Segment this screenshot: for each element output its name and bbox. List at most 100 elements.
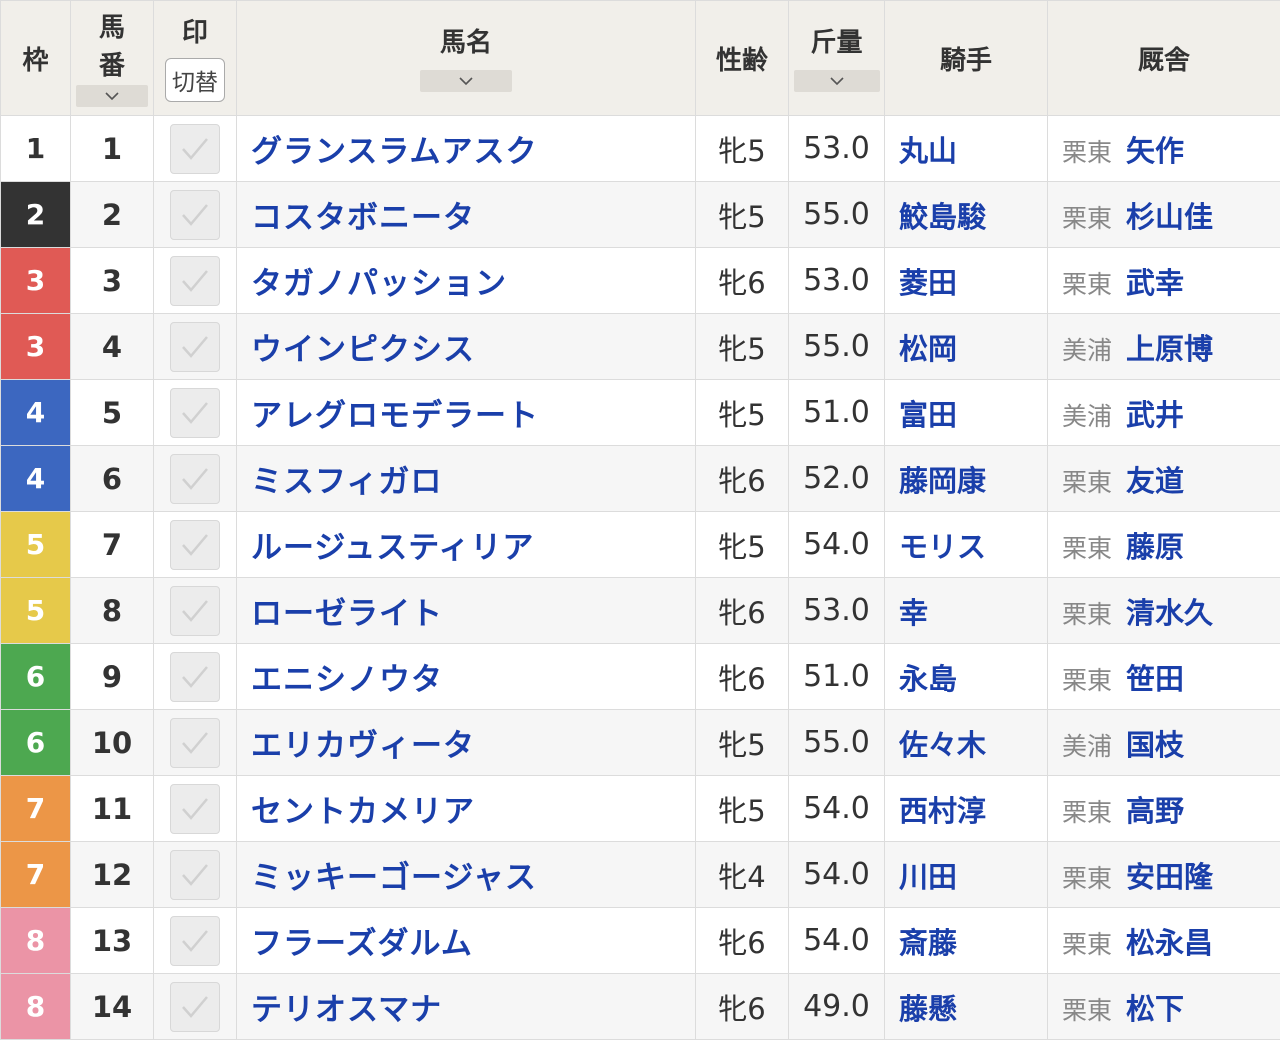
umaban-cell: 9 — [70, 643, 154, 710]
mark-switch-button[interactable]: 切替 — [165, 58, 225, 102]
table-row: 5 7 ルージュスティリア 牝5 54.0 モリス 栗東 藤原 — [0, 511, 1280, 578]
horse-name-link[interactable]: ローゼライト — [236, 577, 696, 644]
horse-name-link[interactable]: ルージュスティリア — [236, 511, 696, 578]
col-weight-header[interactable]: 斤量 — [788, 0, 885, 116]
umaban-cell: 10 — [70, 709, 154, 776]
jockey-link[interactable]: 藤岡康 — [884, 445, 1048, 512]
jockey-link[interactable]: 川田 — [884, 841, 1048, 908]
trainer-link[interactable]: 清水久 — [1126, 596, 1213, 630]
mark-checkbox[interactable] — [170, 717, 220, 768]
mark-header-label: 印 — [181, 18, 208, 48]
chevron-down-icon — [829, 77, 844, 86]
trainer-link[interactable]: 笹田 — [1126, 662, 1184, 696]
header-row: 枠 馬 番 印 切替 馬名 性齢 斤量 騎手 厩舎 — [0, 0, 1280, 116]
jockey-link[interactable]: 丸山 — [884, 115, 1048, 182]
horse-name-link[interactable]: テリオスマナ — [236, 973, 696, 1040]
horse-name-link[interactable]: ミスフィガロ — [236, 445, 696, 512]
trainer-link[interactable]: 友道 — [1126, 464, 1184, 498]
jockey-link[interactable]: 藤懸 — [884, 973, 1048, 1040]
mark-checkbox[interactable] — [170, 387, 220, 438]
trainer-link[interactable]: 高野 — [1126, 794, 1184, 828]
umaban-cell: 11 — [70, 775, 154, 842]
umaban-cell: 1 — [70, 115, 154, 182]
umaban-cell: 5 — [70, 379, 154, 446]
sex-age-cell: 牝6 — [695, 577, 789, 644]
stable-cell: 美浦 国枝 — [1047, 709, 1280, 776]
stable-region: 栗東 — [1062, 599, 1113, 629]
trainer-link[interactable]: 武井 — [1126, 398, 1184, 432]
horse-name-sort-button[interactable] — [420, 70, 512, 92]
umaban-cell: 13 — [70, 907, 154, 974]
trainer-link[interactable]: 松永昌 — [1126, 926, 1213, 960]
check-icon — [182, 335, 208, 358]
mark-checkbox[interactable] — [170, 453, 220, 504]
mark-cell — [153, 643, 237, 710]
sex-age-cell: 牝5 — [695, 775, 789, 842]
check-icon — [182, 269, 208, 292]
trainer-link[interactable]: 杉山佳 — [1126, 200, 1213, 234]
mark-checkbox[interactable] — [170, 519, 220, 570]
trainer-link[interactable]: 武幸 — [1126, 266, 1184, 300]
trainer-link[interactable]: 上原博 — [1126, 332, 1213, 366]
jockey-link[interactable]: 西村淳 — [884, 775, 1048, 842]
mark-checkbox[interactable] — [170, 981, 220, 1032]
table-row: 6 9 エニシノウタ 牝6 51.0 永島 栗東 笹田 — [0, 643, 1280, 710]
mark-checkbox[interactable] — [170, 585, 220, 636]
horse-name-link[interactable]: セントカメリア — [236, 775, 696, 842]
jockey-link[interactable]: 幸 — [884, 577, 1048, 644]
jockey-link[interactable]: 菱田 — [884, 247, 1048, 314]
sex-age-cell: 牝6 — [695, 907, 789, 974]
col-umaban-header[interactable]: 馬 番 — [70, 0, 154, 116]
weight-sort-button[interactable] — [793, 70, 880, 92]
jockey-link[interactable]: 佐々木 — [884, 709, 1048, 776]
stable-region: 美浦 — [1062, 401, 1113, 431]
trainer-link[interactable]: 矢作 — [1126, 134, 1184, 168]
stable-region: 栗東 — [1062, 797, 1113, 827]
horse-name-link[interactable]: コスタボニータ — [236, 181, 696, 248]
table-row: 8 13 フラーズダルム 牝6 54.0 斎藤 栗東 松永昌 — [0, 907, 1280, 974]
horse-name-link[interactable]: エニシノウタ — [236, 643, 696, 710]
waku-cell: 4 — [0, 445, 71, 512]
mark-checkbox[interactable] — [170, 255, 220, 306]
trainer-link[interactable]: 松下 — [1126, 992, 1184, 1026]
stable-cell: 栗東 松永昌 — [1047, 907, 1280, 974]
horse-name-link[interactable]: ミッキーゴージャス — [236, 841, 696, 908]
trainer-link[interactable]: 安田隆 — [1126, 860, 1213, 894]
horse-name-link[interactable]: ウインピクシス — [236, 313, 696, 380]
jockey-link[interactable]: 鮫島駿 — [884, 181, 1048, 248]
weight-cell: 53.0 — [788, 577, 885, 644]
jockey-link[interactable]: モリス — [884, 511, 1048, 578]
weight-cell: 55.0 — [788, 709, 885, 776]
mark-checkbox[interactable] — [170, 189, 220, 240]
mark-cell — [153, 907, 237, 974]
umaban-cell: 8 — [70, 577, 154, 644]
jockey-link[interactable]: 永島 — [884, 643, 1048, 710]
mark-checkbox[interactable] — [170, 915, 220, 966]
check-icon — [182, 665, 208, 688]
horse-name-link[interactable]: アレグロモデラート — [236, 379, 696, 446]
weight-cell: 55.0 — [788, 181, 885, 248]
stable-cell: 栗東 武幸 — [1047, 247, 1280, 314]
col-jockey-header: 騎手 — [884, 0, 1048, 116]
col-horse-name-header[interactable]: 馬名 — [236, 0, 696, 116]
check-icon — [182, 731, 208, 754]
horse-name-link[interactable]: フラーズダルム — [236, 907, 696, 974]
jockey-link[interactable]: 斎藤 — [884, 907, 1048, 974]
horse-name-link[interactable]: タガノパッション — [236, 247, 696, 314]
mark-checkbox[interactable] — [170, 123, 220, 174]
trainer-link[interactable]: 藤原 — [1126, 530, 1184, 564]
mark-checkbox[interactable] — [170, 783, 220, 834]
horse-name-link[interactable]: グランスラムアスク — [236, 115, 696, 182]
jockey-link[interactable]: 松岡 — [884, 313, 1048, 380]
horse-name-link[interactable]: エリカヴィータ — [236, 709, 696, 776]
weight-cell: 54.0 — [788, 841, 885, 908]
mark-checkbox[interactable] — [170, 849, 220, 900]
horse-name-header-label: 馬名 — [439, 28, 492, 58]
mark-checkbox[interactable] — [170, 321, 220, 372]
check-icon — [182, 137, 208, 160]
jockey-link[interactable]: 富田 — [884, 379, 1048, 446]
umaban-sort-button[interactable] — [76, 85, 148, 107]
waku-header-label: 枠 — [22, 45, 49, 76]
trainer-link[interactable]: 国枝 — [1126, 728, 1184, 762]
mark-checkbox[interactable] — [170, 651, 220, 702]
